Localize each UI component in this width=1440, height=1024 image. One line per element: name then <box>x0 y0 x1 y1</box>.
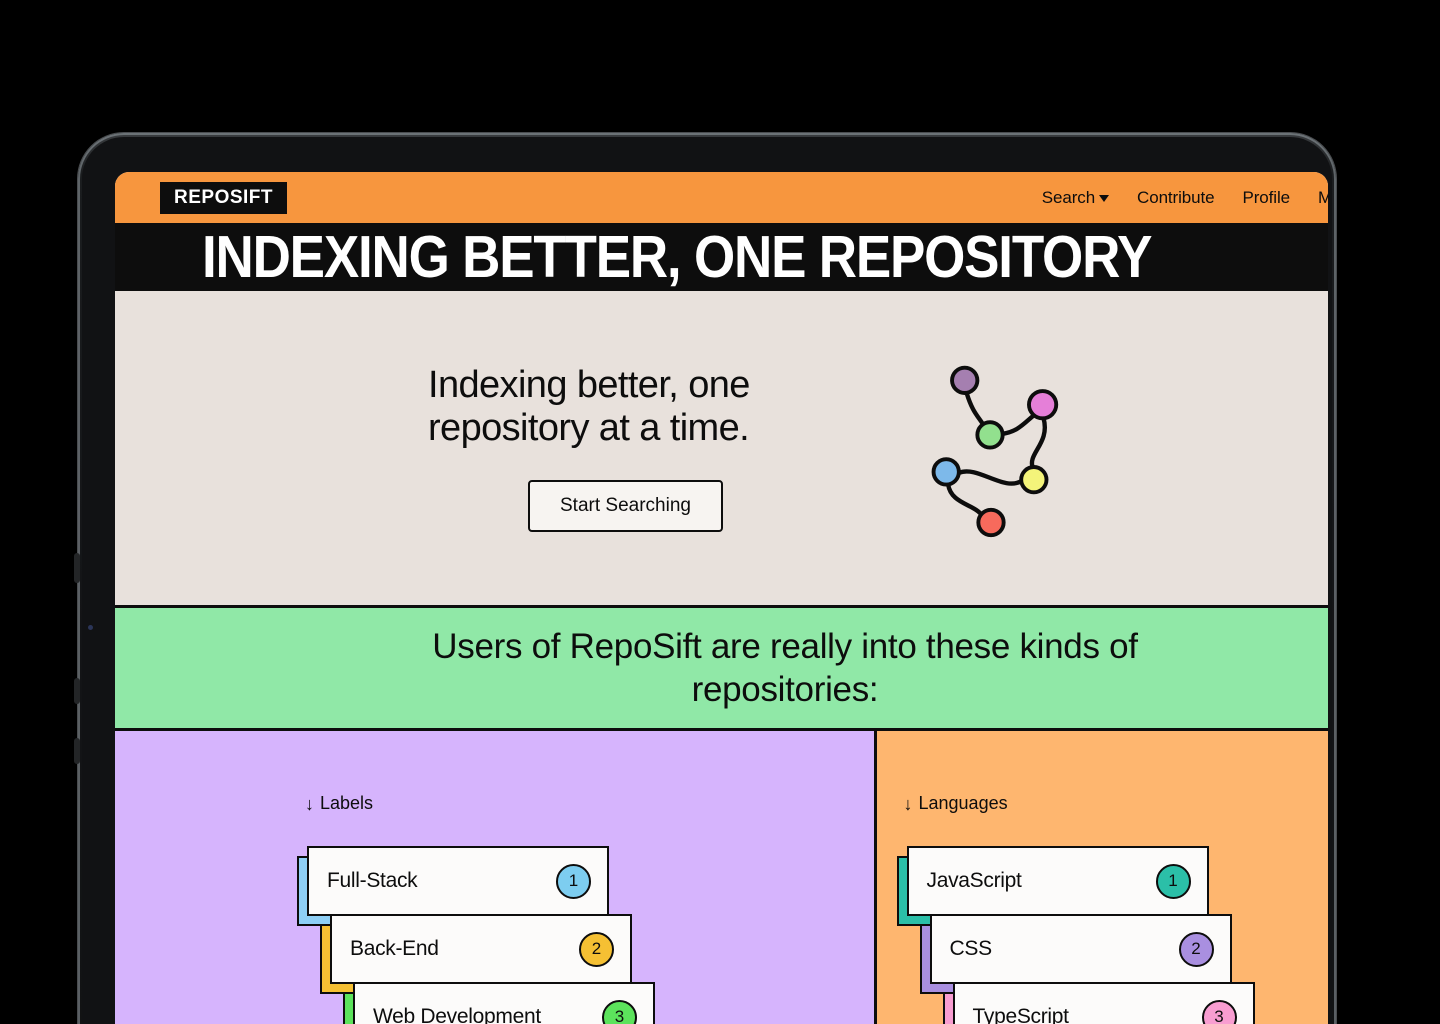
interests-banner-text: Users of RepoSift are really into these … <box>432 625 1138 712</box>
language-card-3[interactable]: TypeScript 3 <box>952 982 1255 1024</box>
hero-title: Indexing better, one repository at a tim… <box>428 364 868 451</box>
nav-item-search-label: Search <box>1041 187 1096 207</box>
edge-green-pink <box>999 411 1038 436</box>
edge-blue-red <box>945 481 985 518</box>
hero-text-block: Indexing better, one repository at a tim… <box>428 364 868 533</box>
node-yellow <box>1019 464 1049 494</box>
start-searching-button[interactable]: Start Searching <box>528 480 723 533</box>
tablet-screen: REPOSIFT Search Contribute Profile Misc.… <box>115 172 1328 1024</box>
hero-title-line-1: Indexing better, one <box>428 363 750 406</box>
node-green <box>975 419 1005 449</box>
language-card-2-text: CSS <box>949 937 993 960</box>
nav-item-misc[interactable]: Misc. <box>1318 188 1328 208</box>
nav-item-search[interactable]: Search <box>1041 187 1110 208</box>
hero-section: Indexing better, one repository at a tim… <box>115 291 1328 605</box>
language-card-3-rank: 3 <box>1201 999 1237 1024</box>
label-card-3-text: Web Development <box>373 1005 541 1024</box>
nav-links: Search Contribute Profile Misc. Admin <box>1042 172 1328 223</box>
hero-title-line-2: repository at a time. <box>428 407 750 449</box>
arrow-down-icon: ↓ <box>903 793 913 814</box>
volume-down-button[interactable] <box>74 678 80 704</box>
label-card-2-rank: 2 <box>579 931 614 967</box>
interests-banner: Users of RepoSift are really into these … <box>115 605 1328 731</box>
status-led <box>88 625 93 630</box>
node-blue <box>931 456 961 486</box>
node-red <box>976 507 1006 537</box>
banner-line-1: Users of RepoSift are really into these … <box>432 626 1138 666</box>
language-card-1-rank: 1 <box>1155 863 1191 899</box>
web-page: REPOSIFT Search Contribute Profile Misc.… <box>115 172 1328 1024</box>
language-card-3-text: TypeScript <box>972 1005 1070 1024</box>
label-card-1-rank: 1 <box>556 863 591 899</box>
screenshot-root: REPOSIFT Search Contribute Profile Misc.… <box>0 0 1440 1024</box>
marquee-strip: INDEXING BETTER, ONE REPOSITORY <box>115 223 1328 291</box>
column-labels: ↓ Labels Full-Stack 1 Back-End 2 Web Dev… <box>115 731 877 1024</box>
language-card-2[interactable]: CSS 2 <box>929 914 1232 984</box>
label-card-2-text: Back-End <box>350 937 439 960</box>
column-languages-heading-text: Languages <box>918 793 1008 813</box>
label-card-1-text: Full-Stack <box>327 869 418 892</box>
logo-wrapper[interactable]: REPOSIFT <box>115 172 288 223</box>
language-card-1[interactable]: JavaScript 1 <box>906 846 1209 916</box>
banner-line-2: repositories: <box>691 670 879 709</box>
node-pink <box>1027 388 1059 420</box>
marquee-text: INDEXING BETTER, ONE REPOSITORY <box>202 223 1153 291</box>
edge-pink-yellow <box>1029 415 1047 470</box>
label-card-2[interactable]: Back-End 2 <box>330 914 632 984</box>
language-card-2-rank: 2 <box>1178 931 1214 967</box>
network-graph-illustration <box>931 365 1059 537</box>
node-purple <box>950 365 980 395</box>
nav-item-profile[interactable]: Profile <box>1242 188 1290 208</box>
label-card-3[interactable]: Web Development 3 <box>353 982 655 1024</box>
arrow-down-icon: ↓ <box>305 793 314 814</box>
column-languages-heading: ↓ Languages <box>904 793 1329 814</box>
stats-columns: ↓ Labels Full-Stack 1 Back-End 2 Web Dev… <box>115 731 1328 1024</box>
nav-item-contribute[interactable]: Contribute <box>1137 188 1215 208</box>
column-labels-heading-text: Labels <box>320 793 374 813</box>
column-languages: ↓ Languages JavaScript 1 CSS 2 TypeScrip… <box>876 731 1329 1024</box>
tablet-device-frame: REPOSIFT Search Contribute Profile Misc.… <box>74 133 1336 1024</box>
brand-logo[interactable]: REPOSIFT <box>160 181 288 214</box>
navbar: REPOSIFT Search Contribute Profile Misc.… <box>115 172 1328 223</box>
chevron-down-icon <box>1099 195 1110 202</box>
language-card-1-text: JavaScript <box>926 869 1022 892</box>
column-labels-heading: ↓ Labels <box>305 793 874 814</box>
navbar-right: Search Contribute Profile Misc. Admin Si… <box>1042 172 1328 223</box>
label-card-1[interactable]: Full-Stack 1 <box>307 846 609 916</box>
label-card-3-rank: 3 <box>602 999 637 1024</box>
power-button[interactable] <box>74 738 80 764</box>
edge-purple-green <box>964 390 987 428</box>
hero-inner: Indexing better, one repository at a tim… <box>428 356 1066 541</box>
volume-up-button[interactable] <box>74 553 80 583</box>
edge-yellow-blue <box>956 468 1025 486</box>
